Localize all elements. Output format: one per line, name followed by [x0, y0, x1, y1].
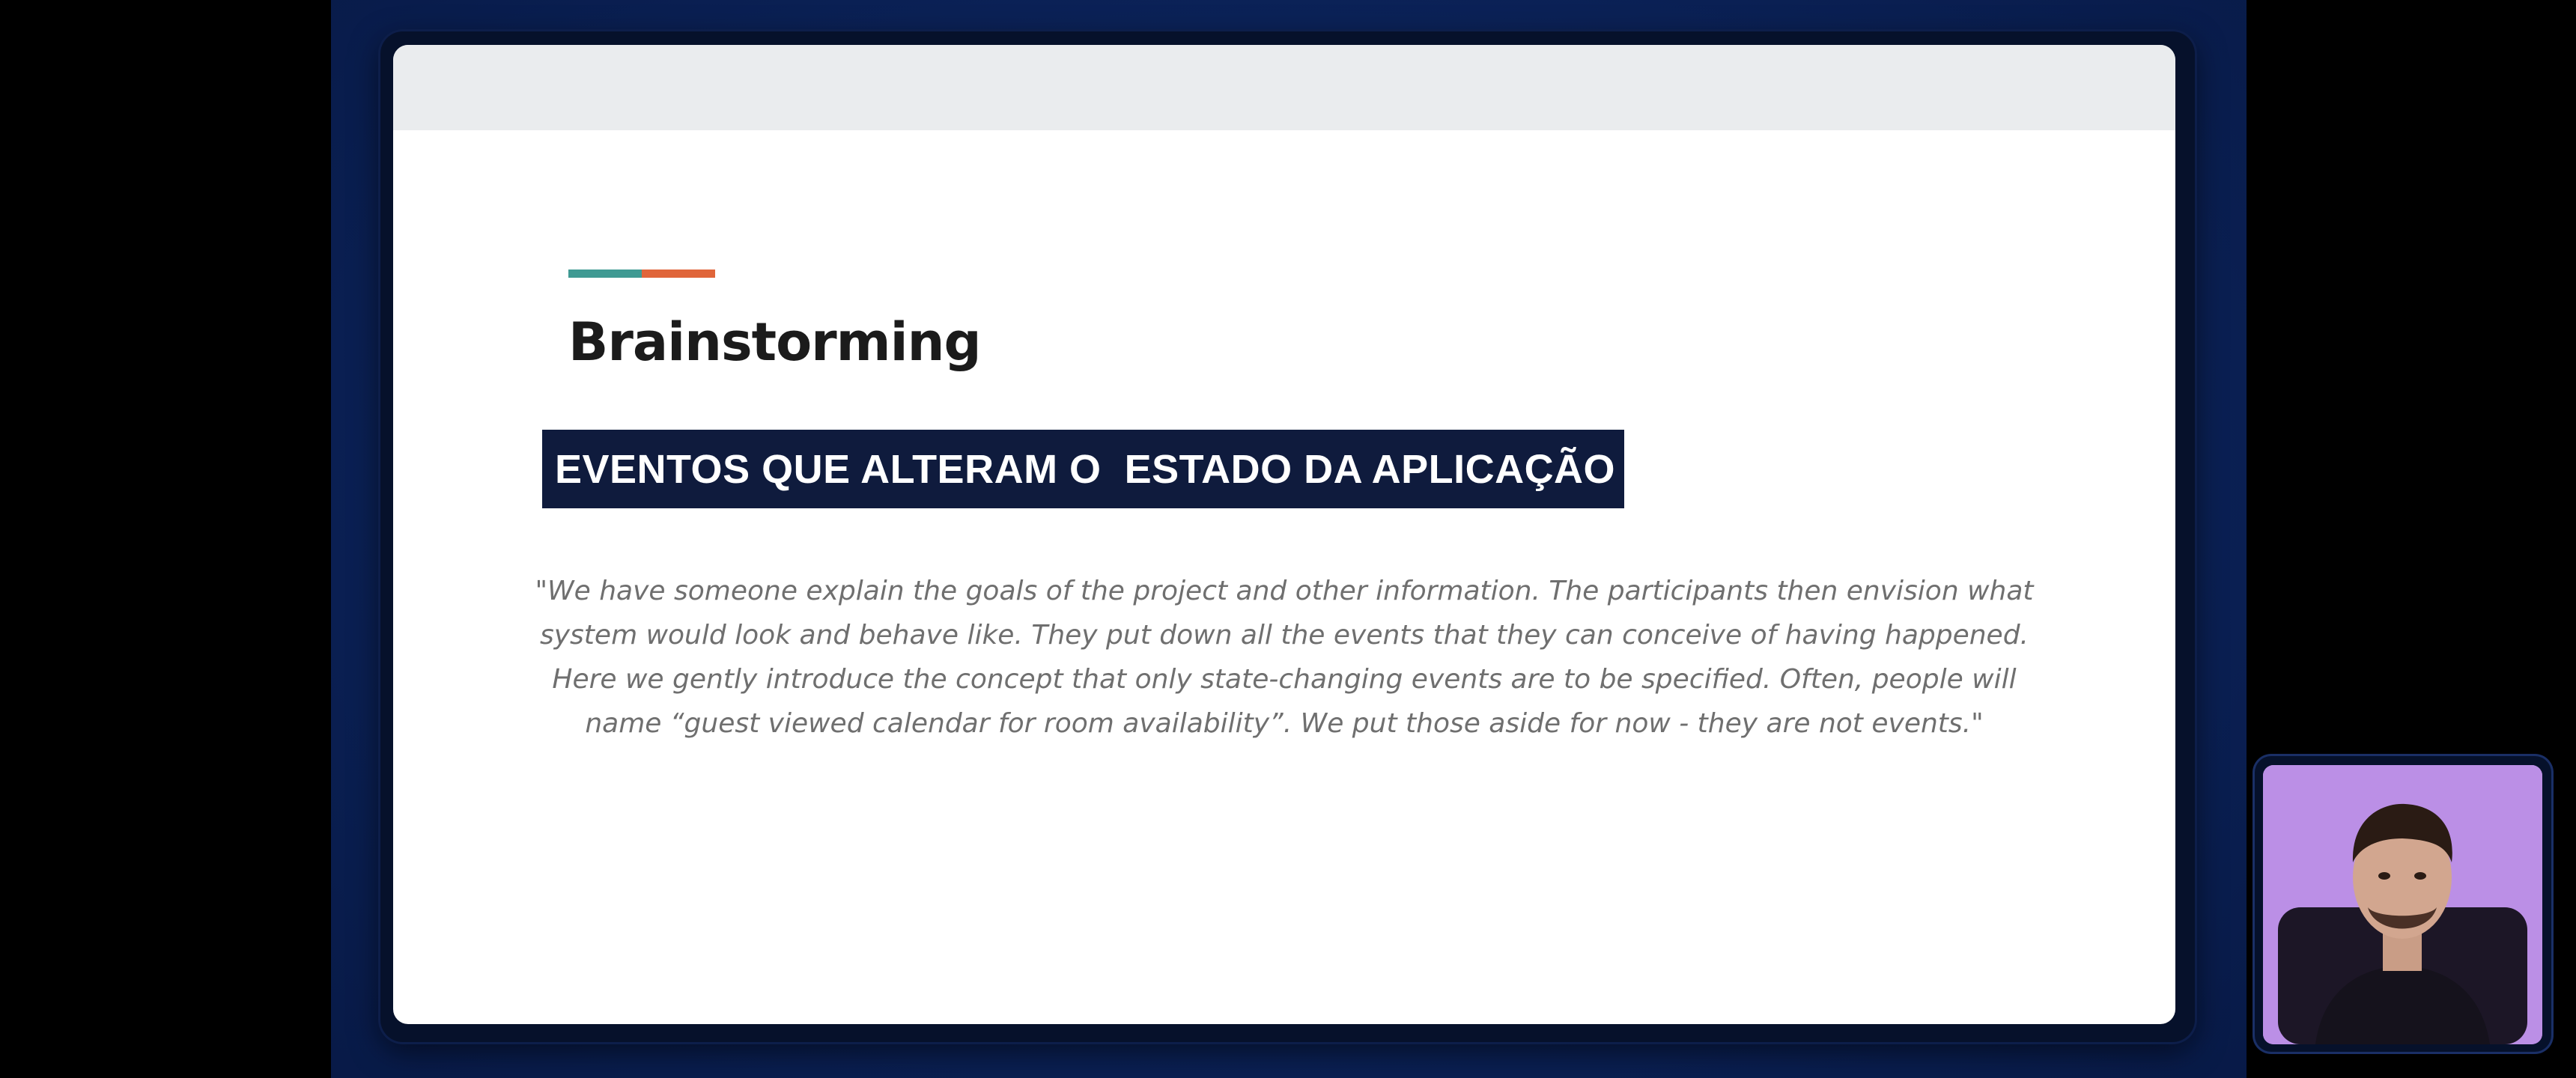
- video-stage: Brainstorming EVENTOS QUE ALTERAM O ESTA…: [331, 0, 2551, 1078]
- title-accent-line: [568, 270, 715, 278]
- slide-title: Brainstorming: [568, 311, 982, 373]
- presenter-video-icon: [2263, 765, 2542, 1044]
- highlight-banner: EVENTOS QUE ALTERAM O ESTADO DA APLICAÇÃ…: [542, 430, 1624, 508]
- slide-frame: Brainstorming EVENTOS QUE ALTERAM O ESTA…: [380, 31, 2195, 1042]
- presentation-slide: Brainstorming EVENTOS QUE ALTERAM O ESTA…: [393, 45, 2175, 1024]
- accent-orange-segment: [642, 270, 715, 278]
- slide-header-bar: [393, 45, 2175, 130]
- accent-teal-segment: [568, 270, 642, 278]
- presenter-video-feed: [2263, 765, 2542, 1044]
- presenter-webcam: [2255, 756, 2551, 1052]
- slide-quote: "We have someone explain the goals of th…: [535, 576, 2034, 739]
